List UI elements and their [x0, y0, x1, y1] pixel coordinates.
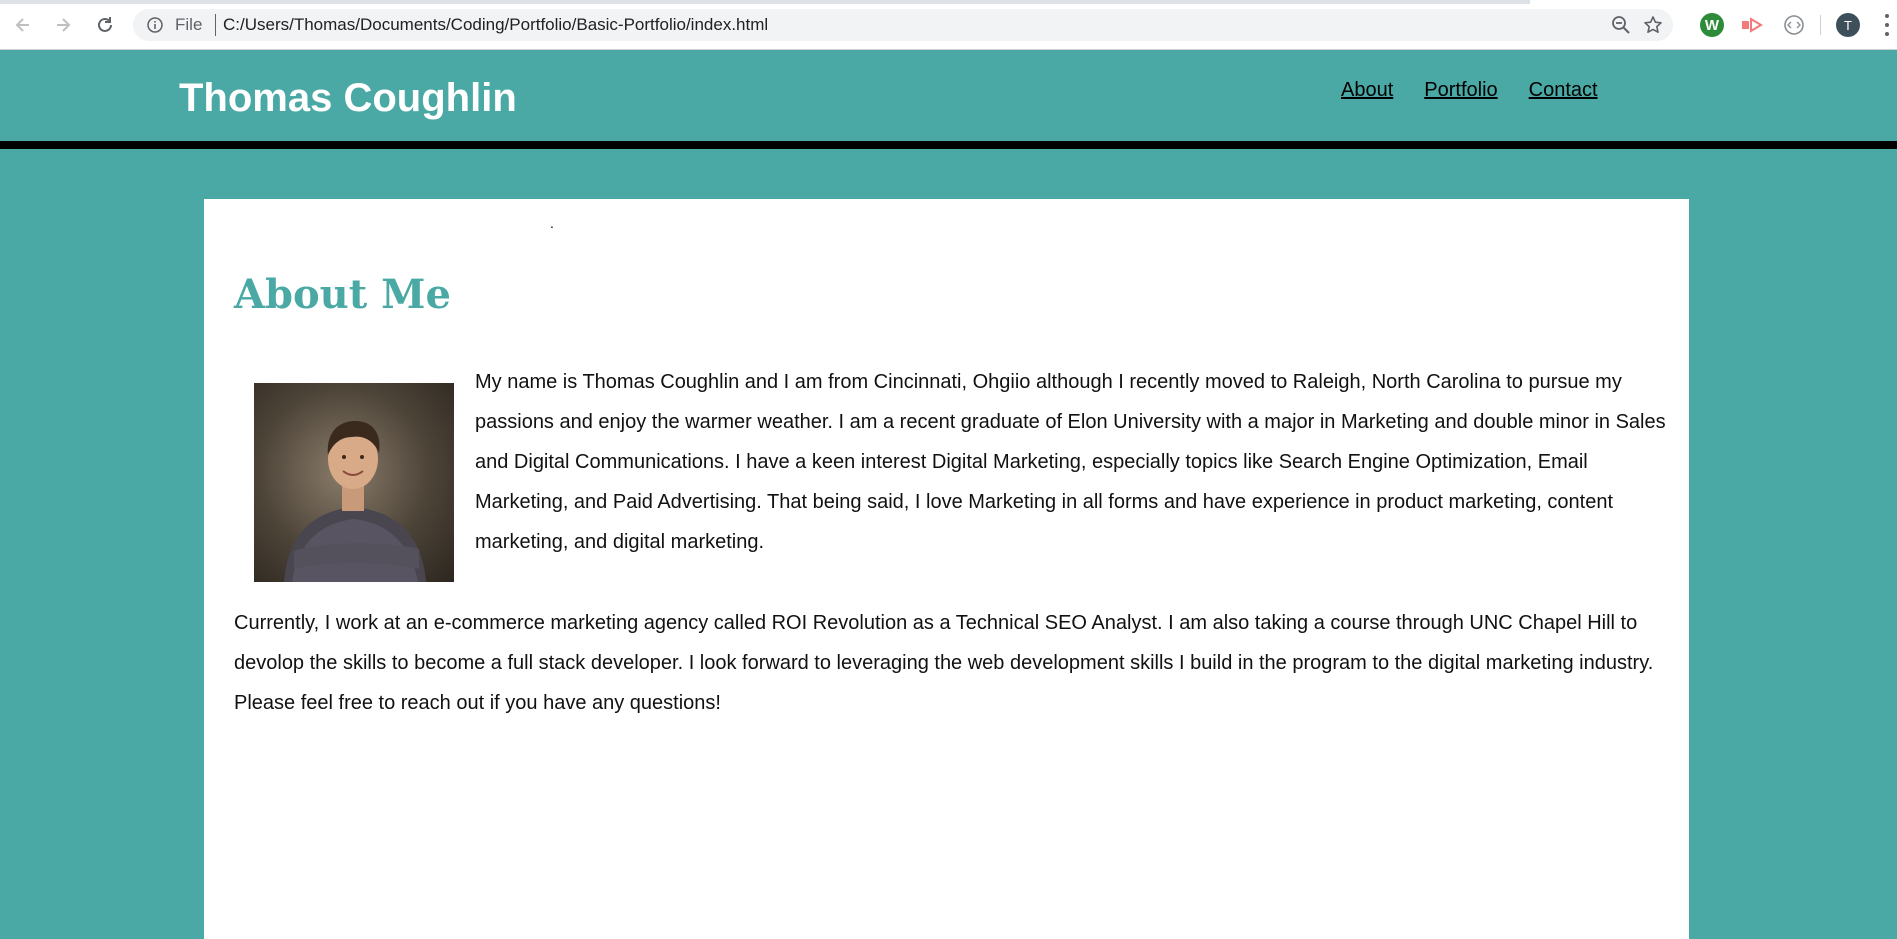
profile-photo: [254, 383, 454, 582]
about-paragraph-1: My name is Thomas Coughlin and I am from…: [475, 371, 1666, 553]
url-scheme-label: File: [175, 15, 203, 34]
more-menu-icon[interactable]: [1884, 14, 1890, 36]
address-bar[interactable]: File C:/Users/Thomas/Documents/Coding/Po…: [133, 9, 1673, 41]
site-title[interactable]: Thomas Coughlin: [179, 76, 517, 121]
extension-w-icon[interactable]: W: [1700, 13, 1724, 37]
info-icon[interactable]: [147, 17, 163, 38]
url-separator: [215, 14, 216, 36]
zoom-out-icon[interactable]: [1611, 15, 1631, 40]
reload-icon[interactable]: [92, 12, 118, 38]
site-nav: About Portfolio Contact: [1341, 79, 1629, 102]
url-text[interactable]: C:/Users/Thomas/Documents/Coding/Portfol…: [223, 15, 768, 35]
star-icon[interactable]: [1643, 15, 1663, 40]
section-title: About Me: [234, 271, 451, 318]
nav-link-contact[interactable]: Contact: [1529, 79, 1598, 102]
tab-strip-edge: [0, 0, 1530, 4]
header-divider: [0, 141, 1897, 149]
profile-avatar[interactable]: T: [1836, 13, 1860, 37]
extension-arrow-icon[interactable]: [1740, 13, 1764, 37]
site-header: Thomas Coughlin About Portfolio Contact: [0, 50, 1897, 141]
about-card: . About Me My name is Thomas Coughlin an…: [204, 199, 1689, 939]
forward-arrow-icon[interactable]: [50, 12, 76, 38]
stray-text: .: [550, 215, 554, 231]
extension-code-icon[interactable]: [1782, 13, 1806, 37]
browser-toolbar: File C:/Users/Thomas/Documents/Coding/Po…: [0, 0, 1897, 50]
nav-link-about[interactable]: About: [1341, 79, 1393, 102]
nav-link-portfolio[interactable]: Portfolio: [1424, 79, 1497, 102]
back-arrow-icon[interactable]: [10, 12, 36, 38]
toolbar-divider: [1820, 15, 1821, 35]
about-paragraph-2: Currently, I work at an e-commerce marke…: [234, 612, 1654, 714]
